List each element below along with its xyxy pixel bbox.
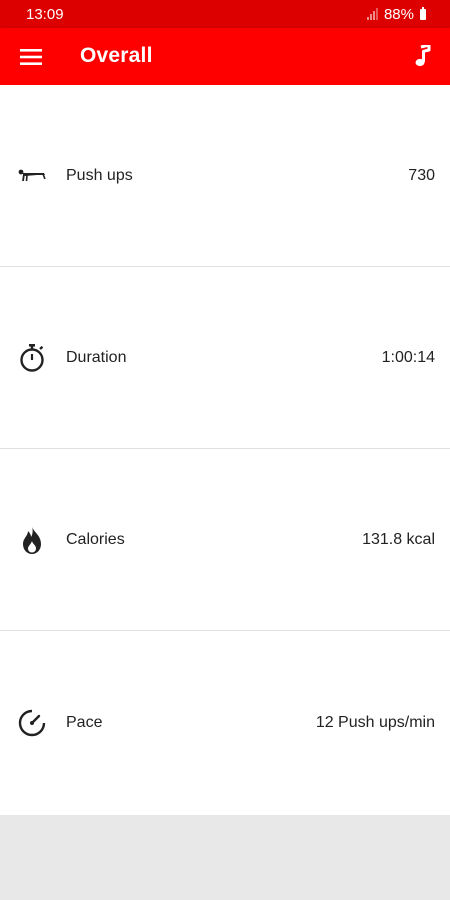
stat-label: Pace [66, 714, 103, 731]
stat-value: 131.8 kcal [362, 530, 435, 548]
stat-value: 1:00:14 [381, 348, 435, 366]
stats-list: Push ups 730 Duration 1:00:14 Calories 1… [0, 85, 450, 815]
stat-row-push-ups[interactable]: Push ups 730 [0, 85, 450, 267]
stat-value: 730 [408, 166, 435, 184]
speedometer-icon [17, 708, 47, 738]
battery-percentage: 88% [383, 5, 414, 23]
page-title: Overall [80, 44, 153, 67]
music-note-icon [415, 45, 431, 67]
status-bar: 13:09 88% [0, 0, 450, 28]
hamburger-menu-icon [20, 49, 42, 65]
stat-label: Duration [66, 348, 127, 366]
music-button[interactable] [408, 41, 438, 71]
status-time: 13:09 [26, 5, 64, 23]
stopwatch-icon [17, 343, 47, 373]
stat-row-duration[interactable]: Duration 1:00:14 [0, 267, 450, 449]
status-indicators: 88% [366, 5, 426, 23]
stat-label: Push ups [66, 166, 133, 184]
battery-icon [420, 6, 426, 20]
stat-row-calories[interactable]: Calories 131.8 kcal [0, 449, 450, 631]
stat-value: 12 Push ups/min [315, 714, 435, 731]
signal-icon [366, 8, 378, 20]
stat-label: Calories [66, 530, 125, 548]
pushup-icon [17, 161, 47, 191]
menu-button[interactable] [16, 42, 46, 72]
flame-icon [17, 525, 47, 555]
stat-row-pace[interactable]: Pace 12 Push ups/min [0, 631, 450, 815]
app-bar: Overall [0, 28, 450, 85]
